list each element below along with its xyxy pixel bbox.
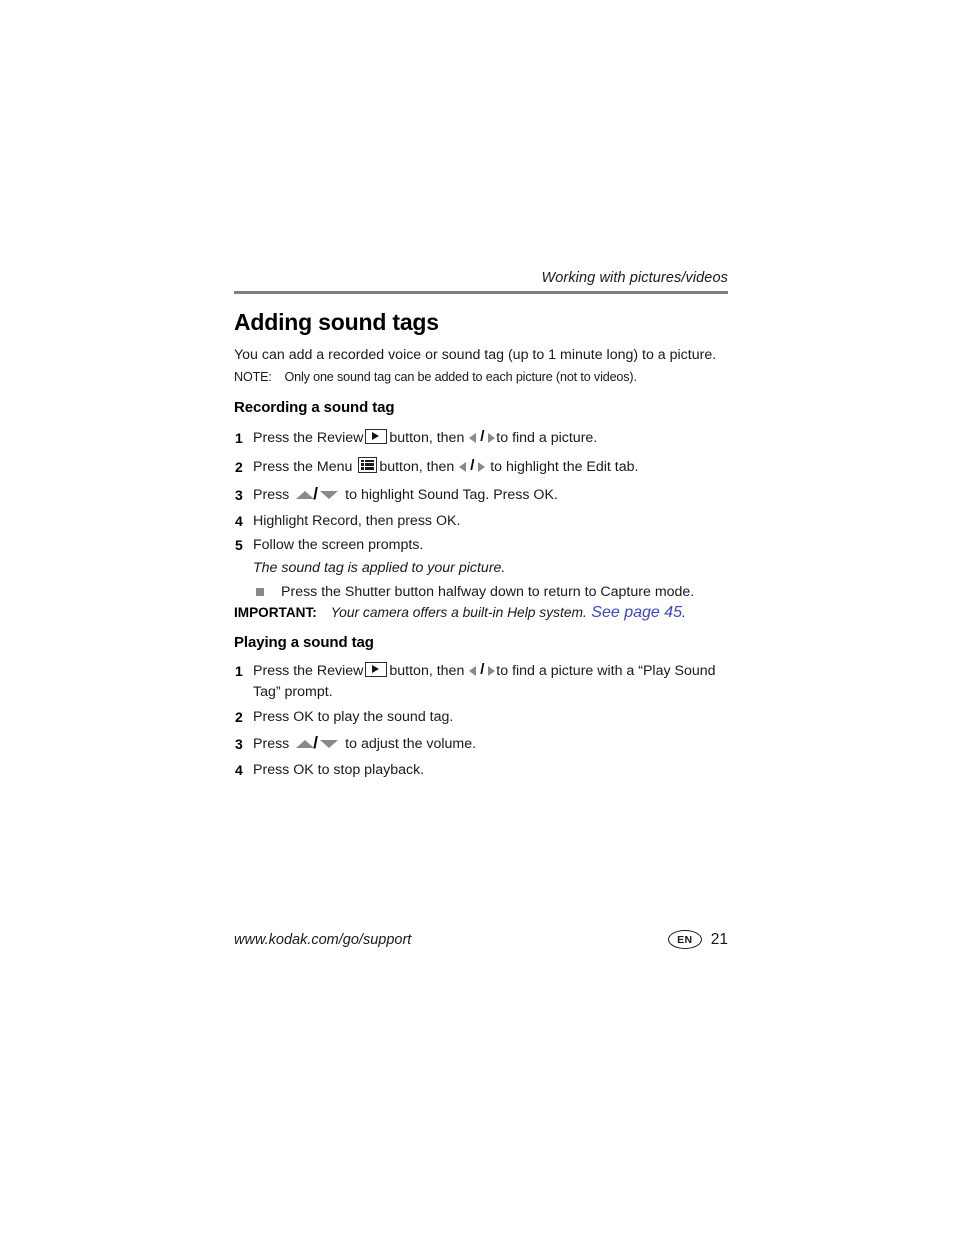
- step-text-part: to adjust the volume.: [345, 736, 477, 752]
- step-text-part: Press the Review: [253, 430, 364, 446]
- step-playing-4: 4 Press OK to stop playback.: [234, 760, 728, 781]
- step-recording-4: 4 Highlight Record, then press OK.: [234, 511, 728, 532]
- footer-support-url[interactable]: www.kodak.com/go/support: [234, 932, 411, 948]
- important-line: IMPORTANT: Your camera offers a built-in…: [234, 604, 728, 622]
- step-text-part: to find a picture.: [496, 430, 598, 446]
- document-page: Working with pictures/videos Adding soun…: [234, 0, 728, 1235]
- step-text: Follow the screen prompts.: [253, 537, 424, 553]
- see-page-link[interactable]: See page 45: [591, 604, 682, 621]
- note-label: NOTE:: [234, 370, 272, 384]
- important-period: .: [682, 605, 686, 620]
- step-text-part: button, then: [379, 459, 455, 475]
- step-text: Press OK to stop playback.: [253, 762, 425, 778]
- page-title: Adding sound tags: [234, 309, 439, 335]
- note-text: Only one sound tag can be added to each …: [284, 370, 637, 384]
- step-text: Press the Menu button, then / to highlig…: [253, 457, 728, 478]
- step-text-part: button, then: [389, 663, 465, 679]
- step-text: Press the Review button, then / to find a …: [253, 428, 728, 449]
- page-number: 21: [710, 930, 728, 948]
- step-text: Press / to highlight Sound Tag. Press OK…: [253, 485, 728, 506]
- running-header: Working with pictures/videos: [541, 270, 728, 286]
- review-button-icon: [365, 429, 388, 444]
- menu-button-icon: [358, 457, 378, 473]
- recording-result-note: The sound tag is applied to your picture…: [253, 560, 506, 576]
- step-text-part: Press: [253, 736, 290, 752]
- step-number: 3: [235, 736, 243, 752]
- left-right-arrows-icon: /: [459, 458, 486, 473]
- step-text: Highlight Record, then press OK.: [253, 513, 461, 529]
- step-text: Press OK to play the sound tag.: [253, 709, 454, 725]
- step-number: 4: [235, 762, 243, 778]
- left-right-arrows-icon: /: [469, 662, 496, 677]
- footer-right-group: EN 21: [667, 930, 728, 949]
- bullet-text: Press the Shutter button halfway down to…: [281, 584, 695, 600]
- square-bullet-icon: [256, 588, 264, 596]
- step-text-part: to highlight the Edit tab.: [490, 459, 639, 475]
- intro-note: NOTE: Only one sound tag can be added to…: [234, 369, 728, 387]
- step-recording-2: 2 Press the Menu button, then / to highl…: [234, 457, 728, 478]
- step-number: 1: [235, 663, 243, 679]
- up-down-arrows-icon: /: [296, 485, 339, 502]
- recording-bullet-item: Press the Shutter button halfway down to…: [234, 582, 728, 603]
- step-number: 5: [235, 537, 243, 553]
- step-playing-3: 3 Press / to adjust the volume.: [234, 734, 728, 755]
- step-playing-1: 1 Press the Review button, then / to find …: [234, 661, 728, 704]
- step-recording-5: 5 Follow the screen prompts.: [234, 535, 728, 556]
- important-label: IMPORTANT:: [234, 605, 317, 620]
- language-badge: EN: [667, 930, 702, 949]
- heading-recording-a-sound-tag: Recording a sound tag: [234, 399, 395, 416]
- step-number: 3: [235, 487, 243, 503]
- step-playing-2: 2 Press OK to play the sound tag.: [234, 707, 728, 728]
- important-text: Your camera offers a built-in Help syste…: [330, 605, 587, 620]
- step-recording-3: 3 Press / to highlight Sound Tag. Press …: [234, 485, 728, 506]
- step-text-part: button, then: [389, 430, 465, 446]
- step-number: 2: [235, 709, 243, 725]
- step-number: 2: [235, 459, 243, 475]
- step-text-part: to highlight Sound Tag. Press OK.: [345, 487, 558, 503]
- review-button-icon: [365, 662, 388, 677]
- up-down-arrows-icon: /: [296, 734, 339, 751]
- step-text: Press the Review button, then / to find a …: [253, 661, 728, 704]
- step-number: 1: [235, 430, 243, 446]
- header-divider-rule: [234, 291, 728, 294]
- step-text-part: Press: [253, 487, 290, 503]
- step-text: Press / to adjust the volume.: [253, 734, 728, 755]
- step-recording-1: 1 Press the Review button, then / to find …: [234, 428, 728, 449]
- intro-paragraph: You can add a recorded voice or sound ta…: [234, 347, 717, 363]
- step-text-part: Press the Menu: [253, 459, 353, 475]
- left-right-arrows-icon: /: [469, 429, 496, 444]
- step-text-part: Press the Review: [253, 663, 364, 679]
- step-number: 4: [235, 513, 243, 529]
- heading-playing-a-sound-tag: Playing a sound tag: [234, 634, 374, 651]
